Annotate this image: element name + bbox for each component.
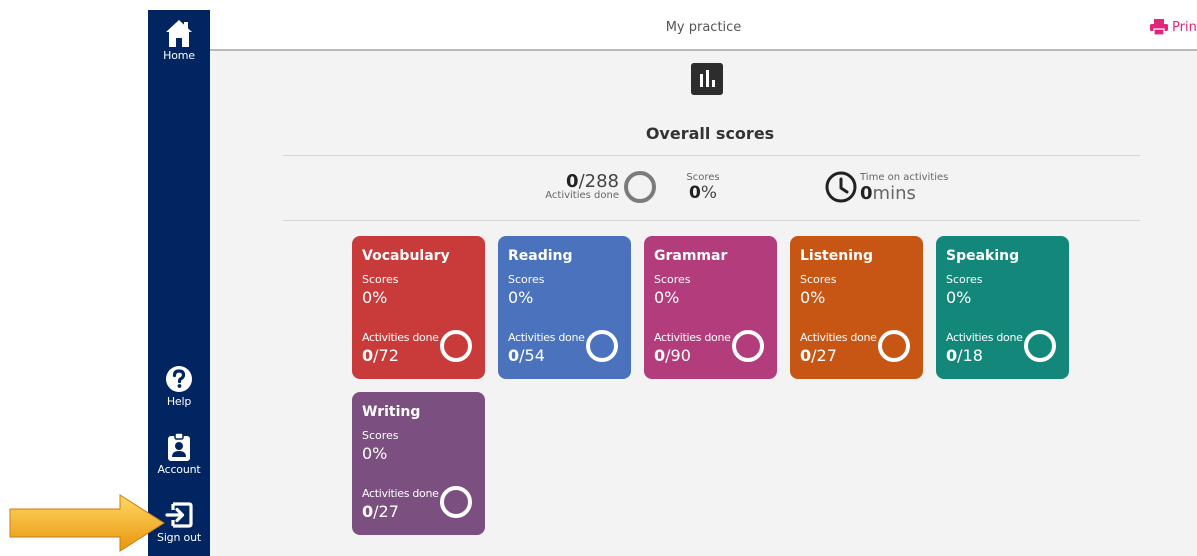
card-scores-value: 0% bbox=[362, 288, 388, 307]
card-scores-label: Scores bbox=[362, 429, 399, 442]
sidebar-item-label: Home bbox=[163, 49, 195, 62]
card-scores-value: 0% bbox=[508, 288, 534, 307]
card-scores-value: 0% bbox=[800, 288, 826, 307]
sign-out-icon bbox=[165, 502, 193, 528]
main-content: My practice Prin Overall scores 0/288 Ac… bbox=[210, 0, 1197, 556]
card-activities-value: 0/90 bbox=[654, 346, 691, 365]
card-scores-label: Scores bbox=[800, 273, 837, 286]
card-scores-value: 0% bbox=[946, 288, 972, 307]
home-icon bbox=[166, 20, 192, 47]
overall-scores-title: Overall scores bbox=[645, 124, 775, 143]
card-progress-ring bbox=[440, 486, 472, 518]
sidebar-item-label: Help bbox=[166, 395, 192, 408]
printer-icon bbox=[1150, 19, 1168, 35]
overall-summary: 0/288 Activities done Scores 0% Time on … bbox=[283, 155, 1140, 221]
print-button[interactable]: Prin bbox=[1150, 19, 1197, 35]
card-activities-value: 0/54 bbox=[508, 346, 545, 365]
card-activities-label: Activities done bbox=[800, 331, 877, 344]
overall-scores: Scores 0% bbox=[673, 172, 733, 203]
print-label: Prin bbox=[1172, 19, 1197, 35]
help-icon bbox=[166, 366, 192, 392]
activities-total: /288 bbox=[578, 171, 619, 192]
card-scores-label: Scores bbox=[508, 273, 545, 286]
card-activities-value: 0/27 bbox=[800, 346, 837, 365]
card-activities-label: Activities done bbox=[362, 331, 439, 344]
page-title: My practice bbox=[665, 20, 742, 35]
sidebar-item-home[interactable]: Home bbox=[148, 18, 210, 62]
activities-done-value: 0 bbox=[566, 171, 579, 192]
card-vocabulary[interactable]: Vocabulary Scores 0% Activities done 0/7… bbox=[352, 236, 485, 379]
card-grammar[interactable]: Grammar Scores 0% Activities done 0/90 bbox=[644, 236, 777, 379]
card-activities-label: Activities done bbox=[508, 331, 585, 344]
card-scores-label: Scores bbox=[654, 273, 691, 286]
sidebar: Home Help Account Sign out bbox=[148, 10, 210, 556]
annotation-arrow-icon bbox=[9, 494, 165, 552]
time-unit: mins bbox=[872, 183, 916, 204]
card-title: Vocabulary bbox=[362, 248, 450, 264]
card-progress-ring bbox=[586, 330, 618, 362]
card-reading[interactable]: Reading Scores 0% Activities done 0/54 bbox=[498, 236, 631, 379]
sidebar-item-label: Account bbox=[157, 463, 201, 476]
card-scores-label: Scores bbox=[946, 273, 983, 286]
card-activities-label: Activities done bbox=[946, 331, 1023, 344]
sidebar-item-help[interactable]: Help bbox=[148, 364, 210, 408]
card-writing[interactable]: Writing Scores 0% Activities done 0/27 bbox=[352, 392, 485, 535]
scores-unit: % bbox=[700, 183, 717, 203]
top-bar: My practice Prin bbox=[210, 0, 1197, 51]
card-activities-label: Activities done bbox=[362, 487, 439, 500]
activities-progress-ring bbox=[624, 171, 656, 203]
overall-activities: 0/288 Activities done bbox=[469, 171, 619, 201]
overall-time: Time on activities 0mins bbox=[860, 172, 948, 204]
card-progress-ring bbox=[1024, 330, 1056, 362]
sidebar-item-account[interactable]: Account bbox=[148, 432, 210, 476]
card-activities-value: 0/72 bbox=[362, 346, 399, 365]
card-activities-label: Activities done bbox=[654, 331, 731, 344]
card-title: Reading bbox=[508, 248, 573, 264]
card-progress-ring bbox=[732, 330, 764, 362]
card-title: Grammar bbox=[654, 248, 728, 264]
card-speaking[interactable]: Speaking Scores 0% Activities done 0/18 bbox=[936, 236, 1069, 379]
time-value: 0 bbox=[860, 183, 873, 204]
card-title: Listening bbox=[800, 248, 873, 264]
scores-value: 0 bbox=[689, 183, 701, 203]
clock-icon bbox=[825, 171, 857, 203]
card-scores-label: Scores bbox=[362, 273, 399, 286]
card-scores-value: 0% bbox=[654, 288, 680, 307]
card-progress-ring bbox=[440, 330, 472, 362]
account-icon bbox=[168, 432, 190, 461]
card-activities-value: 0/27 bbox=[362, 502, 399, 521]
card-title: Writing bbox=[362, 404, 421, 420]
time-label: Time on activities bbox=[860, 172, 949, 183]
card-listening[interactable]: Listening Scores 0% Activities done 0/27 bbox=[790, 236, 923, 379]
bar-chart-icon bbox=[691, 63, 723, 95]
card-scores-value: 0% bbox=[362, 444, 388, 463]
card-activities-value: 0/18 bbox=[946, 346, 983, 365]
card-title: Speaking bbox=[946, 248, 1020, 264]
scores-label: Scores bbox=[686, 172, 720, 183]
activities-done-label: Activities done bbox=[545, 190, 619, 201]
card-progress-ring bbox=[878, 330, 910, 362]
